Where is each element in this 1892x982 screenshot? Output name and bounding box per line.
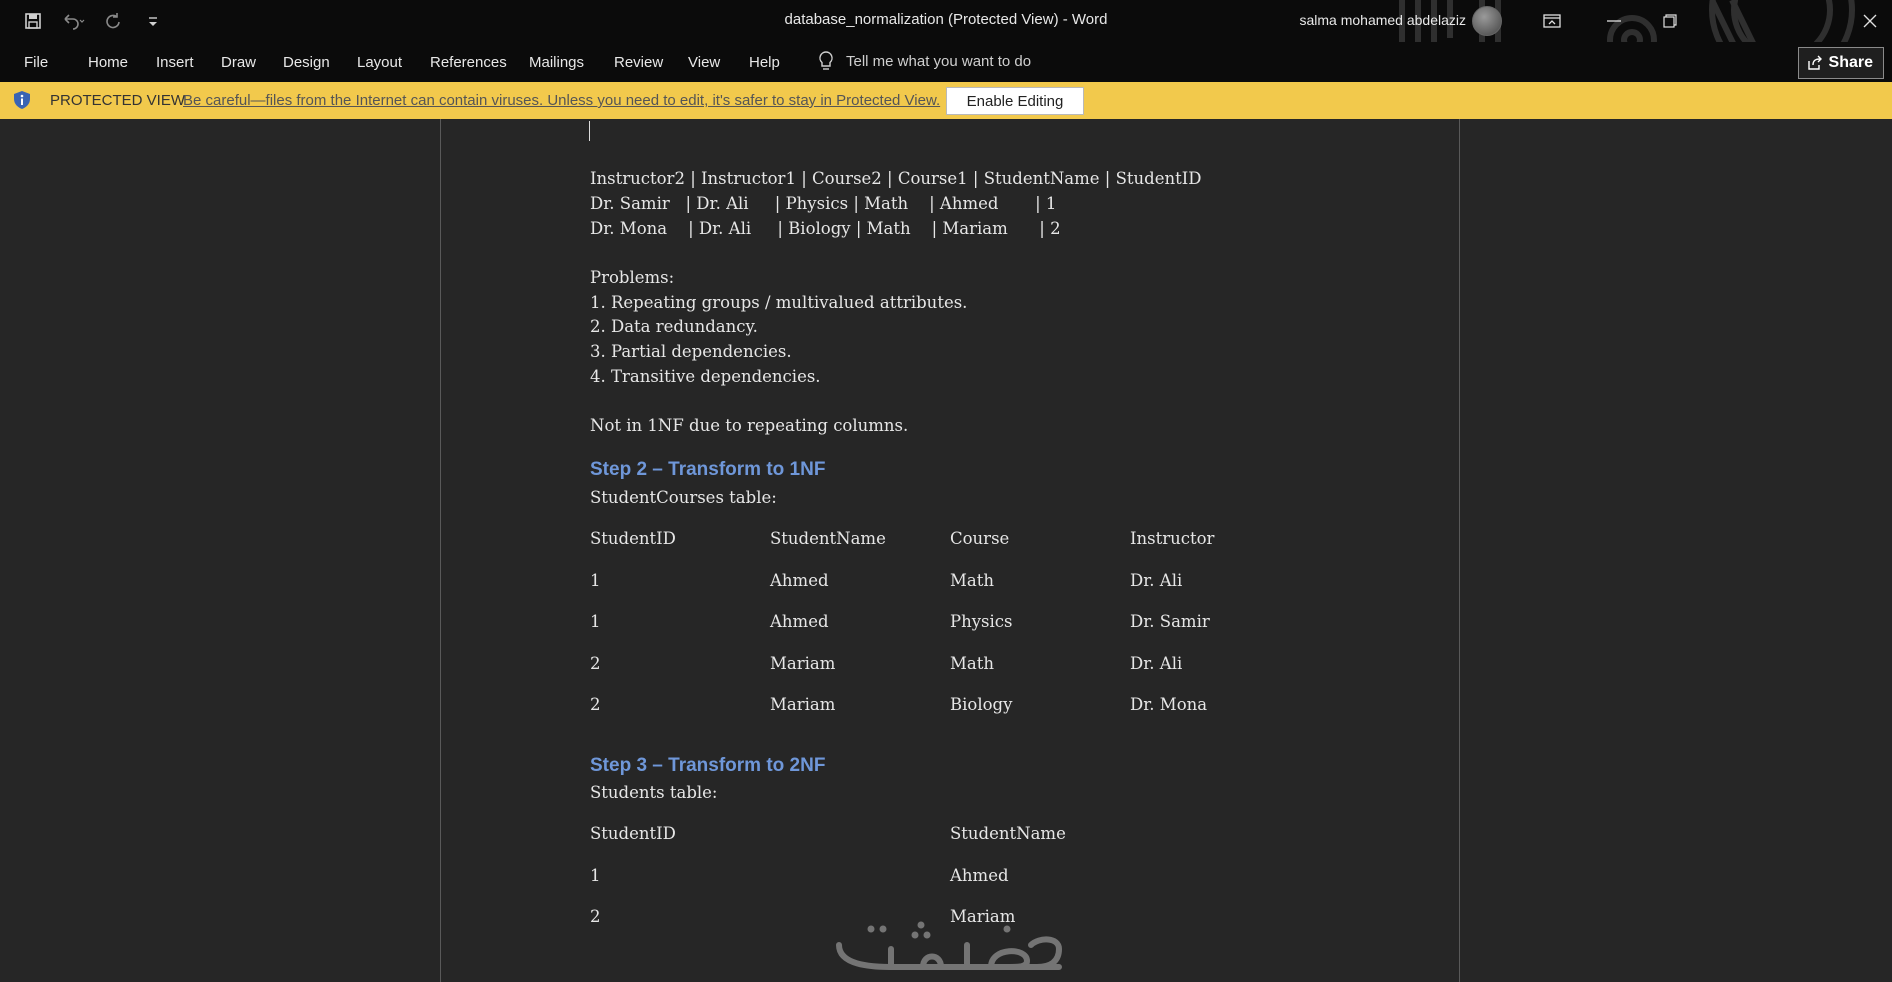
title-bar: database_normalization (Protected View) … (0, 0, 1892, 42)
protected-view-message-link[interactable]: Be careful—files from the Internet can c… (183, 92, 940, 109)
problems-title: Problems: (590, 268, 675, 287)
raw-table-row: Dr. Mona | Dr. Ali | Biology | Math | Ma… (590, 219, 1061, 238)
table-cell: 1 (590, 571, 601, 590)
table-cell: Dr. Mona (1130, 695, 1208, 714)
step2-heading: Step 2 – Transform to 1NF (590, 459, 826, 480)
close-icon[interactable] (1842, 0, 1892, 42)
table-cell: Ahmed (770, 612, 829, 631)
table-cell: Ahmed (770, 571, 829, 590)
table-cell: Mariam (770, 695, 836, 714)
step3-heading: Step 3 – Transform to 2NF (590, 755, 826, 776)
table-header-cell: StudentName (770, 529, 886, 548)
table-cell: Dr. Samir (1130, 612, 1210, 631)
tell-me-search[interactable]: Tell me what you want to do (818, 50, 1031, 72)
table-cell: 2 (590, 695, 601, 714)
problem-item: 3. Partial dependencies. (590, 342, 792, 361)
table-header-cell: Course (950, 529, 1010, 548)
table-cell: 1 (590, 612, 601, 631)
problem-item: 1. Repeating groups / multivalued attrib… (590, 293, 968, 312)
table-cell: 2 (590, 654, 601, 673)
user-avatar[interactable] (1472, 6, 1502, 36)
share-button[interactable]: Share (1797, 47, 1884, 79)
table-header-cell: StudentID (590, 824, 676, 843)
step3-caption: Students table: (590, 783, 718, 802)
table-header-cell: Instructor (1130, 529, 1215, 548)
tab-references[interactable]: References (430, 54, 507, 71)
tab-review[interactable]: Review (614, 54, 663, 71)
ribbon-tabs: File Home Insert Draw Design Layout Refe… (0, 42, 1892, 82)
table-cell: Math (950, 654, 994, 673)
tab-file[interactable]: File (24, 54, 48, 71)
minimize-icon[interactable] (1586, 0, 1642, 42)
table-cell: Physics (950, 612, 1013, 631)
document-page[interactable]: Instructor2 | Instructor1 | Course2 | Co… (440, 119, 1460, 982)
restore-icon[interactable] (1642, 0, 1698, 42)
user-name[interactable]: salma mohamed abdelaziz (1299, 12, 1466, 28)
enable-editing-button[interactable]: Enable Editing (946, 87, 1084, 115)
raw-table-row: Dr. Samir | Dr. Ali | Physics | Math | A… (590, 194, 1057, 213)
protected-view-bar: PROTECTED VIEW Be careful—files from the… (0, 82, 1892, 119)
khamsat-watermark-logo (836, 921, 1062, 970)
table-cell: Dr. Ali (1130, 571, 1183, 590)
not-1nf-note: Not in 1NF due to repeating columns. (590, 416, 909, 435)
protected-view-title: PROTECTED VIEW (50, 92, 186, 109)
tab-help[interactable]: Help (749, 54, 780, 71)
table-cell: Ahmed (950, 866, 1009, 885)
lightbulb-icon (819, 51, 833, 70)
ribbon-display-options-icon[interactable] (1524, 0, 1580, 42)
tab-home[interactable]: Home (88, 54, 128, 71)
table-cell: Biology (950, 695, 1013, 714)
text-cursor (589, 121, 590, 141)
table-cell: 2 (590, 907, 601, 926)
problem-item: 4. Transitive dependencies. (590, 367, 821, 386)
tab-insert[interactable]: Insert (156, 54, 194, 71)
tab-layout[interactable]: Layout (357, 54, 402, 71)
tell-me-placeholder: Tell me what you want to do (846, 52, 1032, 70)
tab-mailings[interactable]: Mailings (529, 54, 584, 71)
table-header-cell: StudentID (590, 529, 676, 548)
raw-table-header: Instructor2 | Instructor1 | Course2 | Co… (590, 169, 1202, 188)
table-header-cell: StudentName (950, 824, 1066, 843)
tab-view[interactable]: View (688, 54, 720, 71)
share-icon (1807, 55, 1822, 70)
table-cell: 1 (590, 866, 601, 885)
table-cell: Math (950, 571, 994, 590)
share-label: Share (1828, 54, 1873, 71)
problem-item: 2. Data redundancy. (590, 317, 758, 336)
shield-info-icon (14, 91, 30, 109)
tab-draw[interactable]: Draw (221, 54, 256, 71)
table-cell: Dr. Ali (1130, 654, 1183, 673)
table-cell: Mariam (770, 654, 836, 673)
tab-design[interactable]: Design (283, 54, 330, 71)
step2-caption: StudentCourses table: (590, 488, 777, 507)
